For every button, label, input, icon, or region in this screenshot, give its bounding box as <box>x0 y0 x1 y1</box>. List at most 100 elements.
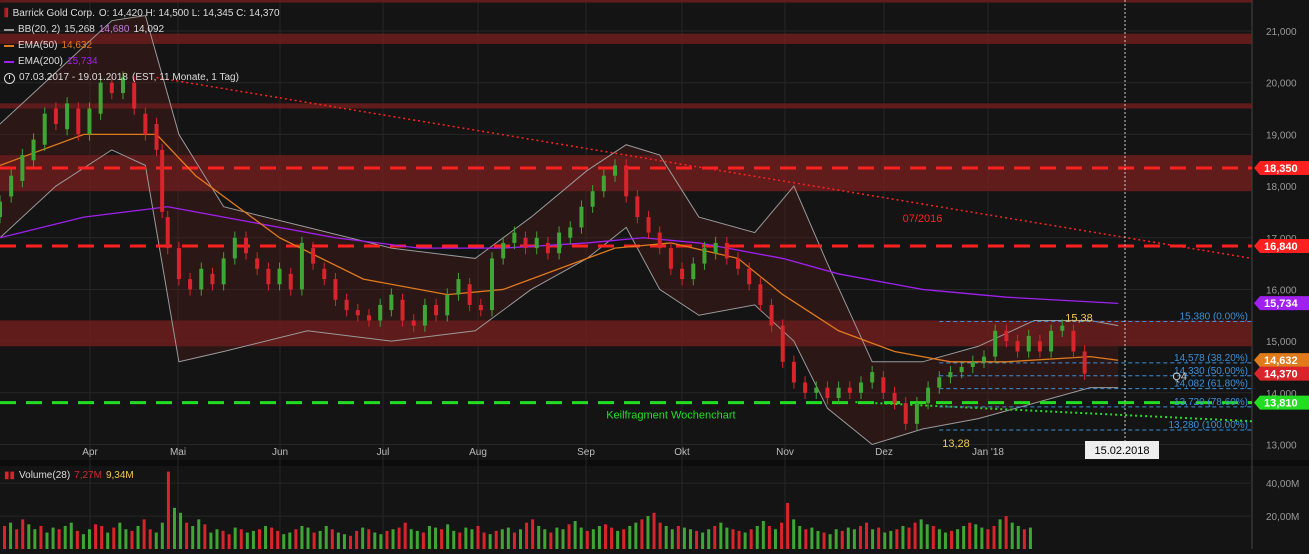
legend-ema50-row: EMA(50) 14,632 <box>4 38 280 54</box>
volume-bar <box>3 525 6 549</box>
candle-body <box>322 268 327 280</box>
volume-bar <box>798 525 802 549</box>
volume-bar <box>895 529 899 549</box>
candle-body <box>478 304 483 311</box>
candle-body <box>434 304 439 316</box>
volume-bar <box>852 529 856 549</box>
volume-bar <box>1022 529 1026 549</box>
volume-bar <box>919 519 923 549</box>
candle-body <box>160 149 165 212</box>
volume-bar <box>998 519 1002 549</box>
volume-bar <box>349 535 353 549</box>
volume-bar <box>986 529 990 549</box>
volume-bar <box>925 524 929 549</box>
volume-bar <box>701 532 705 549</box>
candle-body <box>881 377 886 393</box>
candle-body <box>1037 341 1042 352</box>
volume-bar <box>306 527 310 549</box>
chart-annotation: Q4 <box>1172 371 1187 383</box>
volume-bar <box>233 527 237 549</box>
price-tag-label: 13,810 <box>1264 398 1298 410</box>
candle-body <box>132 82 137 109</box>
volume-bar <box>500 529 504 549</box>
volume-bar <box>75 530 79 549</box>
volume-bar <box>154 532 158 549</box>
candle-body <box>344 299 349 311</box>
candle-icon: ⫼ <box>4 8 9 19</box>
volume-bar <box>901 525 905 549</box>
candle-body <box>791 361 796 383</box>
fib-level-label: 15,380 (0.00%) <box>1180 311 1248 322</box>
volume-bar <box>63 525 67 549</box>
candle-body <box>210 273 215 285</box>
candle-body <box>0 201 2 218</box>
candle-body <box>188 279 193 290</box>
volume-bar <box>355 530 359 549</box>
legend-range-note: (EST, 11 Monate, 1 Tag) <box>131 72 239 83</box>
candle-body <box>892 392 897 404</box>
volume-bar <box>707 529 711 549</box>
candle-body <box>870 372 875 383</box>
volume-bar <box>676 525 680 549</box>
candle-body <box>277 268 282 285</box>
volume-bar <box>968 522 972 549</box>
volume-bar <box>427 525 431 549</box>
volume-legend: ▮▮ Volume(28) 7,27M 9,34M <box>4 470 134 481</box>
bb-swatch-icon <box>4 29 14 31</box>
volume-bar <box>440 529 444 549</box>
volume-bar <box>603 524 607 549</box>
volume-bar <box>9 522 13 549</box>
x-tick-label: Aug <box>469 447 487 458</box>
volume-bar <box>695 530 699 549</box>
volume-bar <box>931 525 935 549</box>
volume-bar <box>682 527 686 549</box>
volume-bar <box>537 525 541 549</box>
volume-bar <box>719 522 723 549</box>
volume-bar <box>312 532 316 549</box>
candle-body <box>993 330 998 357</box>
volume-bar <box>543 529 547 549</box>
candle-body <box>579 206 584 228</box>
candle-body <box>780 325 785 362</box>
volume-bar <box>816 530 820 549</box>
volume-bar <box>731 529 735 549</box>
volume-bar <box>877 527 881 549</box>
volume-bar <box>749 529 753 549</box>
y-tick-label: 18,000 <box>1266 182 1297 193</box>
volume-bar <box>403 522 407 549</box>
candle-body <box>221 258 226 285</box>
volume-bar <box>45 532 49 549</box>
volume-bar <box>330 529 334 549</box>
volume-bar <box>245 532 249 549</box>
pane-divider <box>0 460 1309 466</box>
candle-body <box>501 242 506 259</box>
volume-bar <box>591 529 595 549</box>
volume-bar <box>579 527 583 549</box>
candle-body <box>76 108 81 135</box>
candle-body <box>613 165 617 176</box>
volume-bar <box>810 527 814 549</box>
candle-body <box>244 237 248 254</box>
legend-ema50-label: EMA(50) <box>18 40 58 51</box>
chart-annotation: 15,38 <box>1065 312 1093 324</box>
candle-body <box>758 284 763 305</box>
chart-annotation: 07/2016 <box>903 213 943 225</box>
candle-body <box>389 294 394 311</box>
volume-bar <box>172 507 176 549</box>
volume-bar <box>118 522 122 549</box>
volume-bar <box>27 524 31 549</box>
candle-body <box>668 248 673 269</box>
volume-bar <box>956 529 960 549</box>
candle-body <box>266 268 271 285</box>
volume-bar <box>136 525 140 549</box>
x-tick-label: Jun <box>272 447 288 458</box>
cursor-date-label: 15.02.2018 <box>1094 445 1149 457</box>
candle-body <box>1026 335 1031 352</box>
candle-body <box>65 103 70 130</box>
volume-bar <box>361 527 365 549</box>
volume-bar <box>470 529 474 549</box>
candle-body <box>557 232 562 254</box>
ema200-swatch-icon <box>4 61 14 63</box>
candle-body <box>165 217 170 249</box>
volume-bar <box>264 525 268 549</box>
